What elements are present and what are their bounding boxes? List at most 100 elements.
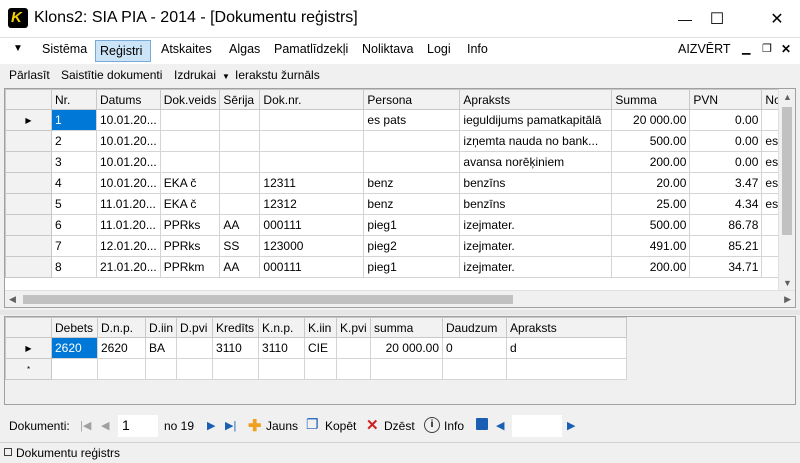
row-header[interactable] (5, 172, 52, 194)
print-dropdown-button[interactable]: Izdrukai (174, 68, 216, 82)
cell-k-pvi[interactable] (336, 337, 372, 359)
cell-dok-veids[interactable]: PPRkm (159, 256, 221, 278)
row-header[interactable] (5, 235, 52, 257)
menu-item-noliktava[interactable]: Noliktava (362, 42, 413, 56)
column-header-nr[interactable]: Nr. (51, 89, 97, 110)
cell-apraksts[interactable]: benzīns (459, 193, 613, 215)
table-row[interactable]: 7 12.01.20... PPRks SS 123000 pieg2 izejmater.… (5, 235, 793, 257)
record-log-button[interactable]: Ierakstu žurnāls (235, 68, 320, 82)
first-record-icon[interactable]: |◀ (80, 419, 91, 432)
column-header-apraksts-entry[interactable]: Apraksts (506, 317, 628, 338)
cell-persona[interactable]: pieg1 (363, 214, 461, 236)
cell-daudzums[interactable] (442, 358, 508, 380)
system-menu-icon[interactable]: ▼ (13, 43, 23, 54)
previous-record-icon[interactable]: ◀ (101, 419, 109, 432)
table-row[interactable]: 6 11.01.20... PPRks AA 000111 pieg1 izejmater.… (5, 214, 793, 236)
cell-dok-veids[interactable] (159, 130, 221, 152)
cell-persona[interactable] (363, 151, 461, 173)
scroll-right-icon[interactable]: ▶ (784, 294, 791, 305)
cell-pvn[interactable]: 85.21 (689, 235, 763, 257)
cell-apraksts[interactable]: izejmater. (459, 256, 613, 278)
cell-apraksts[interactable]: izņemta nauda no bank... (459, 130, 613, 152)
menu-item-info[interactable]: Info (467, 42, 488, 56)
cell-datums[interactable]: 21.01.20... (96, 256, 161, 278)
table-row[interactable]: ▶ 1 10.01.20... es pats ieguldijums pamatkap… (5, 109, 793, 131)
menu-item-atskaites[interactable]: Atskaites (161, 42, 212, 56)
column-header-kredits[interactable]: Kredīts (212, 317, 260, 338)
column-header-summa-entry[interactable]: summa (370, 317, 444, 338)
cell-nr[interactable]: 8 (51, 256, 97, 278)
cell-d-n-p[interactable]: 2620 (97, 337, 146, 359)
documents-vertical-scrollbar[interactable]: ▲ ▼ (778, 89, 795, 291)
cell-pvn[interactable]: 0.00 (689, 130, 763, 152)
entries-grid[interactable]: Debets D.n.p. D.iin D.pvi Kredīts K.n.p.… (4, 316, 796, 405)
row-header[interactable] (5, 193, 52, 215)
cell-summa[interactable] (370, 358, 444, 380)
info-button[interactable]: Info (444, 419, 464, 433)
cell-dok-veids[interactable] (159, 151, 221, 173)
table-row[interactable]: 8 21.01.20... PPRkm AA 000111 pieg1 izejmater.… (5, 256, 793, 278)
cell-serija[interactable]: AA (219, 256, 261, 278)
cell-persona[interactable]: pieg1 (363, 256, 461, 278)
column-header-serija[interactable]: Sērija (219, 89, 261, 110)
cell-serija[interactable] (219, 193, 261, 215)
column-header-dok-veids[interactable]: Dok.veids (159, 89, 221, 110)
new-button[interactable]: Jauns (266, 419, 298, 433)
cell-dok-nr[interactable]: 12311 (259, 172, 365, 194)
column-header-pvn[interactable]: PVN (689, 89, 763, 110)
cell-datums[interactable]: 11.01.20... (96, 214, 161, 236)
nav-forward-icon[interactable]: ▶ (567, 419, 575, 432)
delete-icon[interactable]: ✕ (366, 416, 379, 434)
cell-nr[interactable]: 2 (51, 130, 97, 152)
cell-debets[interactable]: 2620 (51, 337, 98, 359)
row-header-corner[interactable] (5, 89, 52, 110)
maximize-button[interactable]: ☐ (694, 0, 740, 38)
cell-summa[interactable]: 500.00 (611, 130, 691, 152)
cell-kredits[interactable]: 3110 (212, 337, 260, 359)
cell-apraksts[interactable]: avansa norēķiniem (459, 151, 613, 173)
cell-dok-nr[interactable] (259, 109, 365, 131)
cell-summa[interactable]: 20 000.00 (611, 109, 691, 131)
cell-datums[interactable]: 11.01.20... (96, 193, 161, 215)
new-row-marker[interactable]: * (5, 358, 52, 380)
column-header-debets[interactable]: Debets (51, 317, 98, 338)
scroll-left-icon[interactable]: ◀ (9, 294, 16, 305)
column-header-daudzums[interactable]: Daudzum (442, 317, 508, 338)
table-row[interactable]: 4 10.01.20... EKA č 12311 benz benzīns 20.00 3.… (5, 172, 793, 194)
menu-item-sistema[interactable]: Sistēma (42, 42, 87, 56)
cell-apraksts[interactable] (506, 358, 628, 380)
row-header[interactable] (5, 256, 52, 278)
next-record-icon[interactable]: ▶ (207, 419, 215, 432)
mdi-close-icon[interactable]: ✕ (781, 42, 791, 56)
cell-debets[interactable] (51, 358, 98, 380)
cell-persona[interactable]: benz (363, 172, 461, 194)
cell-nr[interactable]: 5 (51, 193, 97, 215)
info-icon[interactable]: i (424, 417, 440, 433)
cell-k-pvi[interactable] (336, 358, 372, 380)
cell-kredits[interactable] (212, 358, 260, 380)
table-row[interactable]: 2 10.01.20... izņemta nauda no bank... 500.… (5, 130, 793, 152)
copy-button[interactable]: Kopēt (325, 419, 356, 433)
cell-nr[interactable]: 1 (51, 109, 97, 131)
cell-k-n-p[interactable] (258, 358, 306, 380)
horizontal-scroll-thumb[interactable] (23, 295, 513, 304)
cell-d-iin[interactable]: BA (144, 337, 178, 359)
menu-item-registri[interactable]: Reģistri (95, 40, 151, 62)
column-header-k-n-p[interactable]: K.n.p. (258, 317, 306, 338)
cell-pvn[interactable]: 86.78 (689, 214, 763, 236)
cell-persona[interactable]: benz (363, 193, 461, 215)
mdi-restore-icon[interactable]: ❐ (762, 42, 772, 55)
cell-pvn[interactable]: 3.47 (689, 172, 763, 194)
reload-button[interactable]: Pārlasīt (9, 68, 50, 82)
nav-back-icon[interactable]: ◀ (496, 419, 504, 432)
cell-summa[interactable]: 200.00 (611, 256, 691, 278)
cell-nr[interactable]: 3 (51, 151, 97, 173)
cell-dok-veids[interactable]: EKA č (159, 172, 221, 194)
scroll-down-icon[interactable]: ▼ (783, 278, 792, 288)
column-header-datums[interactable]: Datums (96, 89, 161, 110)
cell-apraksts[interactable]: d (506, 337, 628, 359)
copy-icon[interactable]: ❐ (306, 416, 319, 433)
cell-apraksts[interactable]: ieguldijums pamatkapitālā (459, 109, 613, 131)
cell-persona[interactable]: es pats (363, 109, 461, 131)
column-header-dok-nr[interactable]: Dok.nr. (259, 89, 365, 110)
